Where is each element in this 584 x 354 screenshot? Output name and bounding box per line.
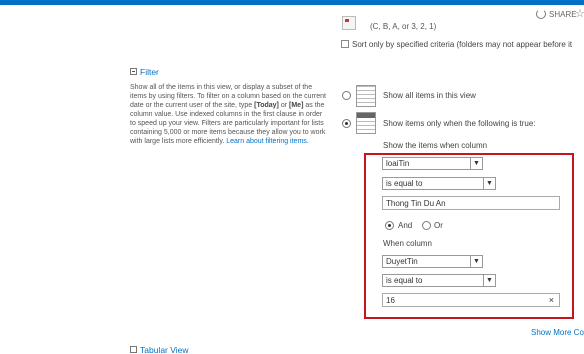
chevron-down-icon: ▼ xyxy=(483,275,495,286)
show-all-label: Show all items in this view xyxy=(383,91,476,100)
value2-text: 16 xyxy=(386,296,395,305)
column1-select[interactable]: loaiTin ▼ xyxy=(382,157,483,170)
desc-me: [Me] xyxy=(289,102,304,109)
sort-only-label: Sort only by specified criteria (folders… xyxy=(352,40,573,49)
operator1-select[interactable]: is equal to ▼ xyxy=(382,177,496,190)
learn-filtering-link[interactable]: Learn about filtering items. xyxy=(226,138,309,145)
share-button[interactable]: SHARE xyxy=(536,9,577,19)
filtered-items-icon xyxy=(356,112,376,134)
desc-or: or xyxy=(278,102,290,109)
all-items-icon xyxy=(356,85,376,107)
follow-star-icon[interactable]: ☆ xyxy=(575,7,584,20)
operator2-select[interactable]: is equal to ▼ xyxy=(382,274,496,287)
and-radio[interactable] xyxy=(385,221,394,230)
chevron-down-icon: ▼ xyxy=(470,158,482,169)
share-label: SHARE xyxy=(549,9,577,19)
show-only-radio[interactable] xyxy=(342,119,351,128)
collapse-filter-icon[interactable] xyxy=(130,68,137,75)
value1-text: Thong Tin Du An xyxy=(386,199,446,208)
share-icon xyxy=(536,9,546,19)
expand-tabular-icon[interactable] xyxy=(130,346,137,353)
desc-today: [Today] xyxy=(254,102,279,109)
show-all-radio[interactable] xyxy=(342,91,351,100)
tabular-view-title[interactable]: Tabular View xyxy=(140,345,189,354)
when-column-label: When column xyxy=(383,239,432,248)
show-more-columns-link[interactable]: Show More Co xyxy=(531,328,584,337)
column2-value: DuyetTin xyxy=(386,257,418,266)
operator1-value: is equal to xyxy=(386,179,423,188)
value1-input[interactable]: Thong Tin Du An xyxy=(382,196,560,210)
value2-input[interactable]: 16 × xyxy=(382,293,560,307)
sort-descending-icon xyxy=(342,16,356,30)
sort-order-example: (C, B, A, or 3, 2, 1) xyxy=(370,22,437,31)
filter-section-title[interactable]: Filter xyxy=(140,67,159,77)
column1-value: loaiTin xyxy=(386,159,410,168)
column2-select[interactable]: DuyetTin ▼ xyxy=(382,255,483,268)
ribbon-area xyxy=(0,5,584,25)
show-when-label: Show the items when column xyxy=(383,141,488,150)
chevron-down-icon: ▼ xyxy=(470,256,482,267)
filter-description: Show all of the items in this view, or d… xyxy=(130,83,326,146)
clear-icon[interactable]: × xyxy=(549,295,554,305)
sort-only-checkbox[interactable] xyxy=(341,40,349,48)
chevron-down-icon: ▼ xyxy=(483,178,495,189)
show-only-label: Show items only when the following is tr… xyxy=(383,119,536,128)
or-radio[interactable] xyxy=(422,221,431,230)
and-label: And xyxy=(398,221,413,230)
operator2-value: is equal to xyxy=(386,276,423,285)
or-label: Or xyxy=(434,221,443,230)
